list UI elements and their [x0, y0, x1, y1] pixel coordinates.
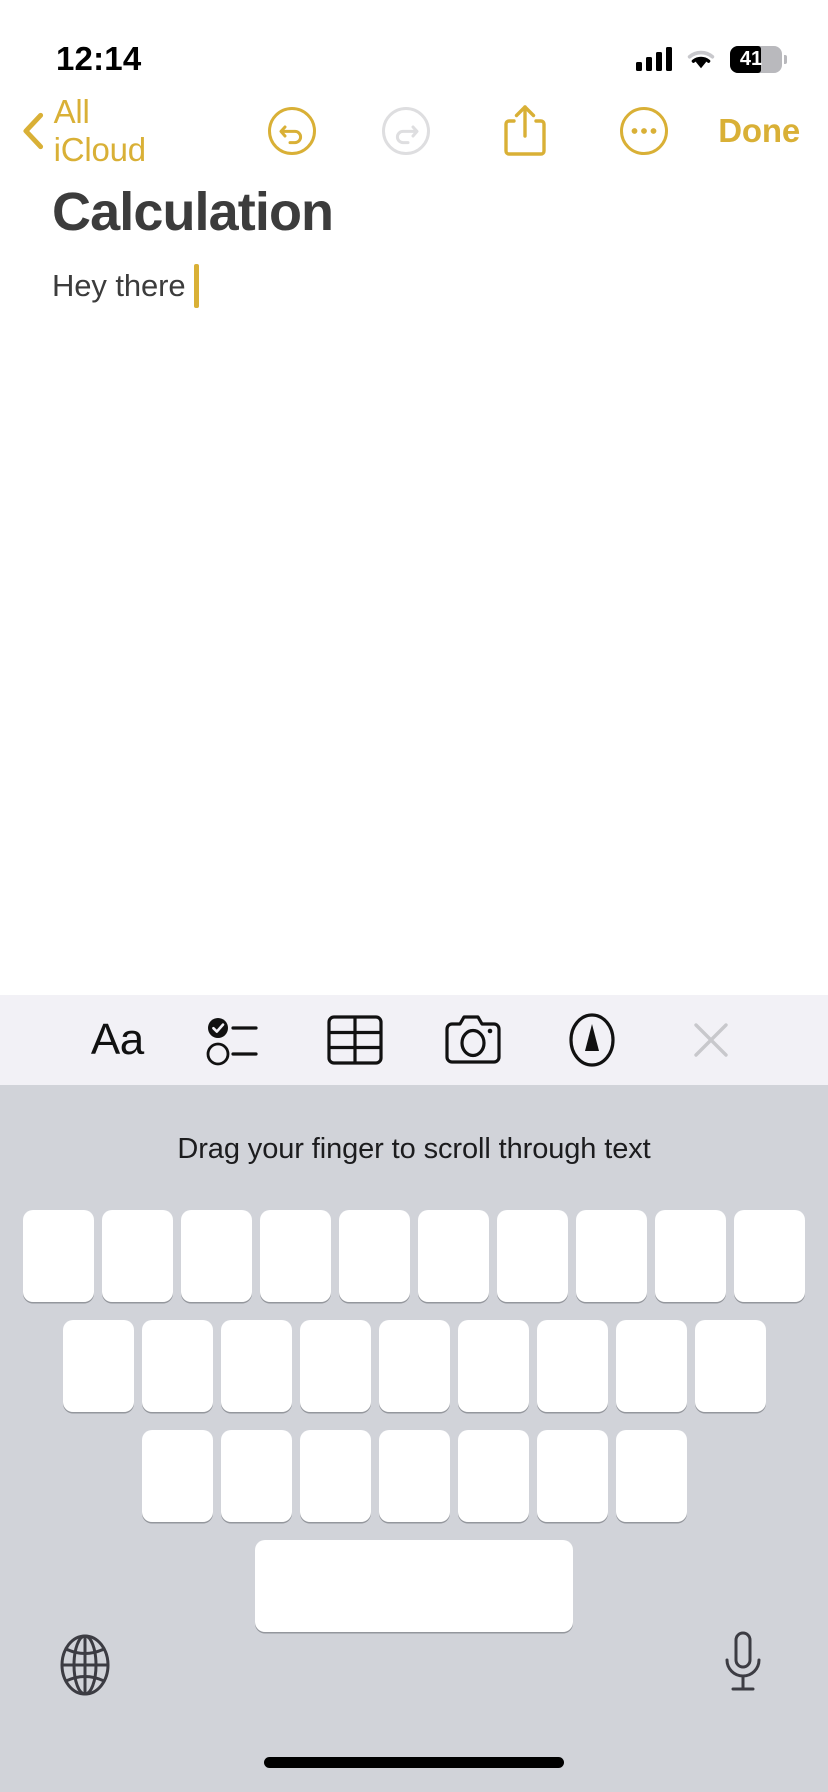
- keyboard-key[interactable]: [418, 1210, 489, 1302]
- checklist-icon: [206, 1018, 258, 1066]
- home-indicator: [264, 1757, 564, 1768]
- share-button[interactable]: [500, 102, 550, 160]
- format-button[interactable]: Aa: [78, 1005, 156, 1075]
- keyboard-key[interactable]: [536, 1430, 608, 1522]
- keyboard-key[interactable]: [141, 1320, 213, 1412]
- close-keyboard-button[interactable]: [672, 1005, 750, 1075]
- keyboard-bottom-row: [0, 1620, 828, 1710]
- spacebar-key[interactable]: [255, 1540, 573, 1632]
- keyboard-row-2: [0, 1320, 828, 1412]
- on-screen-keyboard: Drag your finger to scroll through text: [0, 1085, 828, 1792]
- undo-button[interactable]: [266, 105, 318, 157]
- keyboard-row-space: [0, 1540, 828, 1632]
- battery-cap: [784, 54, 787, 64]
- done-button[interactable]: Done: [718, 112, 800, 150]
- wifi-icon: [687, 50, 715, 69]
- keyboard-hint-text: Drag your finger to scroll through text: [177, 1133, 651, 1165]
- cellular-bars-icon: [636, 47, 672, 71]
- notes-app-screen: 12:14 41 All iCloud Done Calculation Hey…: [0, 0, 828, 1792]
- keyboard-key[interactable]: [615, 1320, 687, 1412]
- status-bar-indicators: 41: [636, 45, 787, 73]
- camera-button[interactable]: [434, 1005, 512, 1075]
- note-body-row: Hey there: [52, 264, 776, 309]
- keyboard-key[interactable]: [141, 1430, 213, 1522]
- note-body-text[interactable]: Hey there: [52, 266, 186, 306]
- note-content-area[interactable]: Calculation Hey there: [0, 170, 828, 995]
- keyboard-key[interactable]: [615, 1430, 687, 1522]
- keyboard-key[interactable]: [734, 1210, 805, 1302]
- keyboard-key[interactable]: [23, 1210, 94, 1302]
- dictation-key[interactable]: [706, 1628, 780, 1702]
- back-button-label: All iCloud: [53, 93, 147, 168]
- globe-icon: [60, 1634, 110, 1696]
- microphone-icon: [725, 1631, 761, 1691]
- keyboard-key[interactable]: [102, 1210, 173, 1302]
- undo-circle-icon: [268, 107, 317, 155]
- checklist-button[interactable]: [197, 1005, 275, 1075]
- keyboard-key[interactable]: [497, 1210, 568, 1302]
- keyboard-key[interactable]: [457, 1430, 529, 1522]
- table-button[interactable]: [316, 1005, 394, 1075]
- keyboard-key[interactable]: [536, 1320, 608, 1412]
- table-icon: [327, 1015, 383, 1065]
- redo-button: [380, 105, 432, 157]
- share-icon: [504, 105, 546, 156]
- battery-percent-label: 41: [739, 47, 763, 70]
- keyboard-key[interactable]: [220, 1320, 292, 1412]
- keyboard-key[interactable]: [220, 1430, 292, 1522]
- keyboard-key[interactable]: [181, 1210, 252, 1302]
- text-cursor-caret: [193, 264, 199, 309]
- globe-key[interactable]: [48, 1628, 122, 1702]
- camera-icon: [445, 1015, 501, 1064]
- markup-button[interactable]: [553, 1005, 631, 1075]
- keyboard-row-3: [0, 1430, 828, 1522]
- redo-circle-icon: [382, 107, 431, 155]
- keyboard-key[interactable]: [378, 1430, 450, 1522]
- navigation-bar: All iCloud Done: [0, 92, 828, 170]
- aa-text-format-icon: Aa: [90, 1015, 144, 1064]
- keyboard-key[interactable]: [299, 1430, 371, 1522]
- close-x-icon: [693, 1023, 728, 1057]
- keyboard-key[interactable]: [457, 1320, 529, 1412]
- status-bar-time: 12:14: [56, 40, 142, 77]
- keyboard-key[interactable]: [378, 1320, 450, 1412]
- back-to-all-icloud-button[interactable]: All iCloud: [22, 93, 188, 169]
- battery-icon: 41: [730, 45, 787, 73]
- format-toolbar: Aa: [0, 995, 828, 1085]
- keyboard-key[interactable]: [655, 1210, 726, 1302]
- status-bar: 12:14 41: [0, 0, 828, 92]
- more-options-button[interactable]: [618, 105, 670, 157]
- keyboard-key[interactable]: [62, 1320, 134, 1412]
- note-title[interactable]: Calculation: [52, 182, 776, 242]
- keyboard-key[interactable]: [299, 1320, 371, 1412]
- keyboard-key[interactable]: [260, 1210, 331, 1302]
- ellipsis-circle-icon: [620, 107, 669, 155]
- markup-pen-icon: [569, 1013, 615, 1067]
- keyboard-row-1: [0, 1210, 828, 1302]
- keyboard-key[interactable]: [694, 1320, 766, 1412]
- chevron-left-icon: [23, 112, 44, 150]
- keyboard-key[interactable]: [339, 1210, 410, 1302]
- keyboard-key[interactable]: [576, 1210, 647, 1302]
